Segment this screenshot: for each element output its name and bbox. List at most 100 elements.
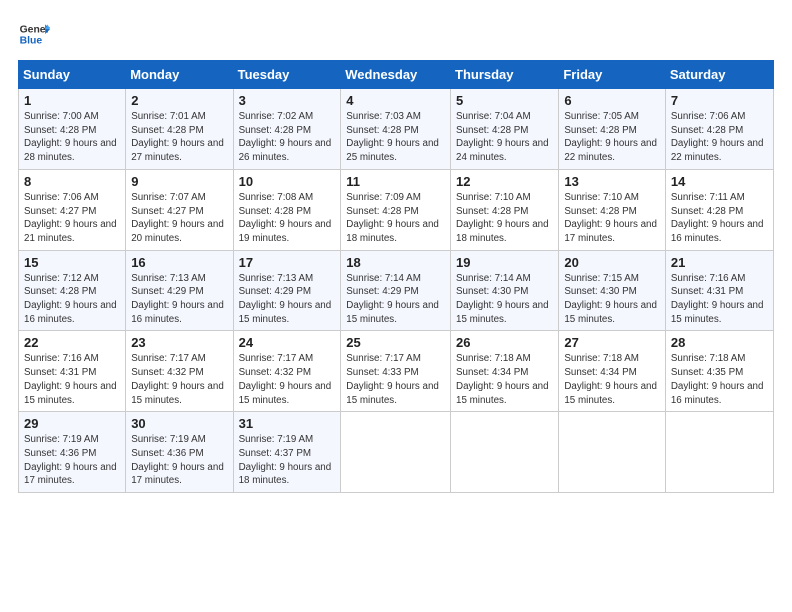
cell-info: Sunrise: 7:18 AM Sunset: 4:34 PM Dayligh… — [564, 352, 660, 407]
cell-1-7: 7Sunrise: 7:06 AM Sunset: 4:28 PM Daylig… — [665, 89, 773, 170]
cell-info: Sunrise: 7:06 AM Sunset: 4:27 PM Dayligh… — [24, 191, 120, 246]
page: General Blue SundayMondayTuesdayWednesda… — [0, 0, 792, 612]
cell-day: 17 — [239, 255, 336, 270]
week-row-1: 1Sunrise: 7:00 AM Sunset: 4:28 PM Daylig… — [19, 89, 774, 170]
cell-5-6 — [559, 412, 666, 493]
week-row-3: 15 Sunrise: 7:12 AM Sunset: 4:28 PM Dayli… — [19, 250, 774, 331]
cell-info: Sunrise: 7:14 AM Sunset: 4:30 PM Dayligh… — [456, 272, 553, 327]
cell-day: 30 — [131, 416, 227, 431]
header-row: SundayMondayTuesdayWednesdayThursdayFrid… — [19, 61, 774, 89]
cell-day: 2 — [131, 93, 227, 108]
cell-2-6: 13 Sunrise: 7:10 AM Sunset: 4:28 PM Dayli… — [559, 169, 666, 250]
col-header-sunday: Sunday — [19, 61, 126, 89]
cell-info: Sunrise: 7:16 AM Sunset: 4:31 PM Dayligh… — [24, 352, 120, 407]
cell-3-4: 18Sunrise: 7:14 AM Sunset: 4:29 PM Dayli… — [341, 250, 451, 331]
cell-5-1: 29 Sunrise: 7:19 AM Sunset: 4:36 PM Dayli… — [19, 412, 126, 493]
cell-4-6: 27 Sunrise: 7:18 AM Sunset: 4:34 PM Dayli… — [559, 331, 666, 412]
calendar-header: SundayMondayTuesdayWednesdayThursdayFrid… — [19, 61, 774, 89]
cell-2-4: 11Sunrise: 7:09 AM Sunset: 4:28 PM Dayli… — [341, 169, 451, 250]
cell-info: Sunrise: 7:01 AM Sunset: 4:28 PM Dayligh… — [131, 110, 227, 165]
cell-day: 13 — [564, 174, 660, 189]
col-header-saturday: Saturday — [665, 61, 773, 89]
week-row-2: 8 Sunrise: 7:06 AM Sunset: 4:27 PM Daylig… — [19, 169, 774, 250]
cell-day: 15 — [24, 255, 120, 270]
cell-info: Sunrise: 7:16 AM Sunset: 4:31 PM Dayligh… — [671, 272, 768, 327]
cell-info: Sunrise: 7:04 AM Sunset: 4:28 PM Dayligh… — [456, 110, 553, 165]
cell-info: Sunrise: 7:15 AM Sunset: 4:30 PM Dayligh… — [564, 272, 660, 327]
cell-day: 1 — [24, 93, 120, 108]
cell-info: Sunrise: 7:19 AM Sunset: 4:36 PM Dayligh… — [24, 433, 120, 488]
cell-2-3: 10 Sunrise: 7:08 AM Sunset: 4:28 PM Dayli… — [233, 169, 341, 250]
cell-day: 8 — [24, 174, 120, 189]
cell-3-2: 16Sunrise: 7:13 AM Sunset: 4:29 PM Dayli… — [126, 250, 233, 331]
cell-5-3: 31 Sunrise: 7:19 AM Sunset: 4:37 PM Dayli… — [233, 412, 341, 493]
calendar-body: 1Sunrise: 7:00 AM Sunset: 4:28 PM Daylig… — [19, 89, 774, 493]
cell-2-2: 9 Sunrise: 7:07 AM Sunset: 4:27 PM Daylig… — [126, 169, 233, 250]
cell-info: Sunrise: 7:11 AM Sunset: 4:28 PM Dayligh… — [671, 191, 768, 246]
cell-day: 20 — [564, 255, 660, 270]
cell-day: 4 — [346, 93, 445, 108]
col-header-thursday: Thursday — [451, 61, 559, 89]
cell-4-1: 22 Sunrise: 7:16 AM Sunset: 4:31 PM Dayli… — [19, 331, 126, 412]
svg-text:Blue: Blue — [20, 36, 43, 47]
cell-day: 5 — [456, 93, 553, 108]
cell-info: Sunrise: 7:10 AM Sunset: 4:28 PM Dayligh… — [456, 191, 553, 246]
cell-info: Sunrise: 7:13 AM Sunset: 4:29 PM Dayligh… — [239, 272, 336, 327]
cell-day: 22 — [24, 335, 120, 350]
cell-3-3: 17 Sunrise: 7:13 AM Sunset: 4:29 PM Dayli… — [233, 250, 341, 331]
cell-day: 10 — [239, 174, 336, 189]
cell-info: Sunrise: 7:12 AM Sunset: 4:28 PM Dayligh… — [24, 272, 120, 327]
cell-day: 26 — [456, 335, 553, 350]
cell-2-1: 8 Sunrise: 7:06 AM Sunset: 4:27 PM Daylig… — [19, 169, 126, 250]
cell-3-5: 19Sunrise: 7:14 AM Sunset: 4:30 PM Dayli… — [451, 250, 559, 331]
cell-day: 3 — [239, 93, 336, 108]
cell-day: 28 — [671, 335, 768, 350]
cell-1-2: 2 Sunrise: 7:01 AM Sunset: 4:28 PM Daylig… — [126, 89, 233, 170]
cell-3-1: 15 Sunrise: 7:12 AM Sunset: 4:28 PM Dayli… — [19, 250, 126, 331]
cell-day: 14 — [671, 174, 768, 189]
week-row-4: 22 Sunrise: 7:16 AM Sunset: 4:31 PM Dayli… — [19, 331, 774, 412]
cell-day: 24 — [239, 335, 336, 350]
cell-5-5 — [451, 412, 559, 493]
cell-3-7: 21Sunrise: 7:16 AM Sunset: 4:31 PM Dayli… — [665, 250, 773, 331]
cell-info: Sunrise: 7:08 AM Sunset: 4:28 PM Dayligh… — [239, 191, 336, 246]
col-header-friday: Friday — [559, 61, 666, 89]
cell-info: Sunrise: 7:10 AM Sunset: 4:28 PM Dayligh… — [564, 191, 660, 246]
cell-info: Sunrise: 7:06 AM Sunset: 4:28 PM Dayligh… — [671, 110, 768, 165]
cell-day: 16 — [131, 255, 227, 270]
cell-day: 23 — [131, 335, 227, 350]
cell-info: Sunrise: 7:19 AM Sunset: 4:37 PM Dayligh… — [239, 433, 336, 488]
col-header-monday: Monday — [126, 61, 233, 89]
cell-day: 29 — [24, 416, 120, 431]
calendar-table: SundayMondayTuesdayWednesdayThursdayFrid… — [18, 60, 774, 493]
col-header-tuesday: Tuesday — [233, 61, 341, 89]
cell-4-2: 23Sunrise: 7:17 AM Sunset: 4:32 PM Dayli… — [126, 331, 233, 412]
week-row-5: 29 Sunrise: 7:19 AM Sunset: 4:36 PM Dayli… — [19, 412, 774, 493]
cell-info: Sunrise: 7:19 AM Sunset: 4:36 PM Dayligh… — [131, 433, 227, 488]
cell-info: Sunrise: 7:18 AM Sunset: 4:34 PM Dayligh… — [456, 352, 553, 407]
logo-icon: General Blue — [18, 18, 50, 50]
cell-5-7 — [665, 412, 773, 493]
cell-5-2: 30 Sunrise: 7:19 AM Sunset: 4:36 PM Dayli… — [126, 412, 233, 493]
cell-4-5: 26 Sunrise: 7:18 AM Sunset: 4:34 PM Dayli… — [451, 331, 559, 412]
cell-day: 27 — [564, 335, 660, 350]
cell-3-6: 20 Sunrise: 7:15 AM Sunset: 4:30 PM Dayli… — [559, 250, 666, 331]
cell-info: Sunrise: 7:07 AM Sunset: 4:27 PM Dayligh… — [131, 191, 227, 246]
cell-2-5: 12Sunrise: 7:10 AM Sunset: 4:28 PM Dayli… — [451, 169, 559, 250]
cell-4-4: 25Sunrise: 7:17 AM Sunset: 4:33 PM Dayli… — [341, 331, 451, 412]
logo: General Blue — [18, 18, 50, 50]
cell-info: Sunrise: 7:02 AM Sunset: 4:28 PM Dayligh… — [239, 110, 336, 165]
cell-day: 31 — [239, 416, 336, 431]
cell-1-4: 4 Sunrise: 7:03 AM Sunset: 4:28 PM Daylig… — [341, 89, 451, 170]
cell-day: 18 — [346, 255, 445, 270]
cell-info: Sunrise: 7:18 AM Sunset: 4:35 PM Dayligh… — [671, 352, 768, 407]
cell-info: Sunrise: 7:03 AM Sunset: 4:28 PM Dayligh… — [346, 110, 445, 165]
cell-1-6: 6Sunrise: 7:05 AM Sunset: 4:28 PM Daylig… — [559, 89, 666, 170]
cell-info: Sunrise: 7:17 AM Sunset: 4:33 PM Dayligh… — [346, 352, 445, 407]
cell-5-4 — [341, 412, 451, 493]
col-header-wednesday: Wednesday — [341, 61, 451, 89]
cell-info: Sunrise: 7:05 AM Sunset: 4:28 PM Dayligh… — [564, 110, 660, 165]
cell-day: 9 — [131, 174, 227, 189]
cell-4-7: 28 Sunrise: 7:18 AM Sunset: 4:35 PM Dayli… — [665, 331, 773, 412]
cell-2-7: 14 Sunrise: 7:11 AM Sunset: 4:28 PM Dayli… — [665, 169, 773, 250]
